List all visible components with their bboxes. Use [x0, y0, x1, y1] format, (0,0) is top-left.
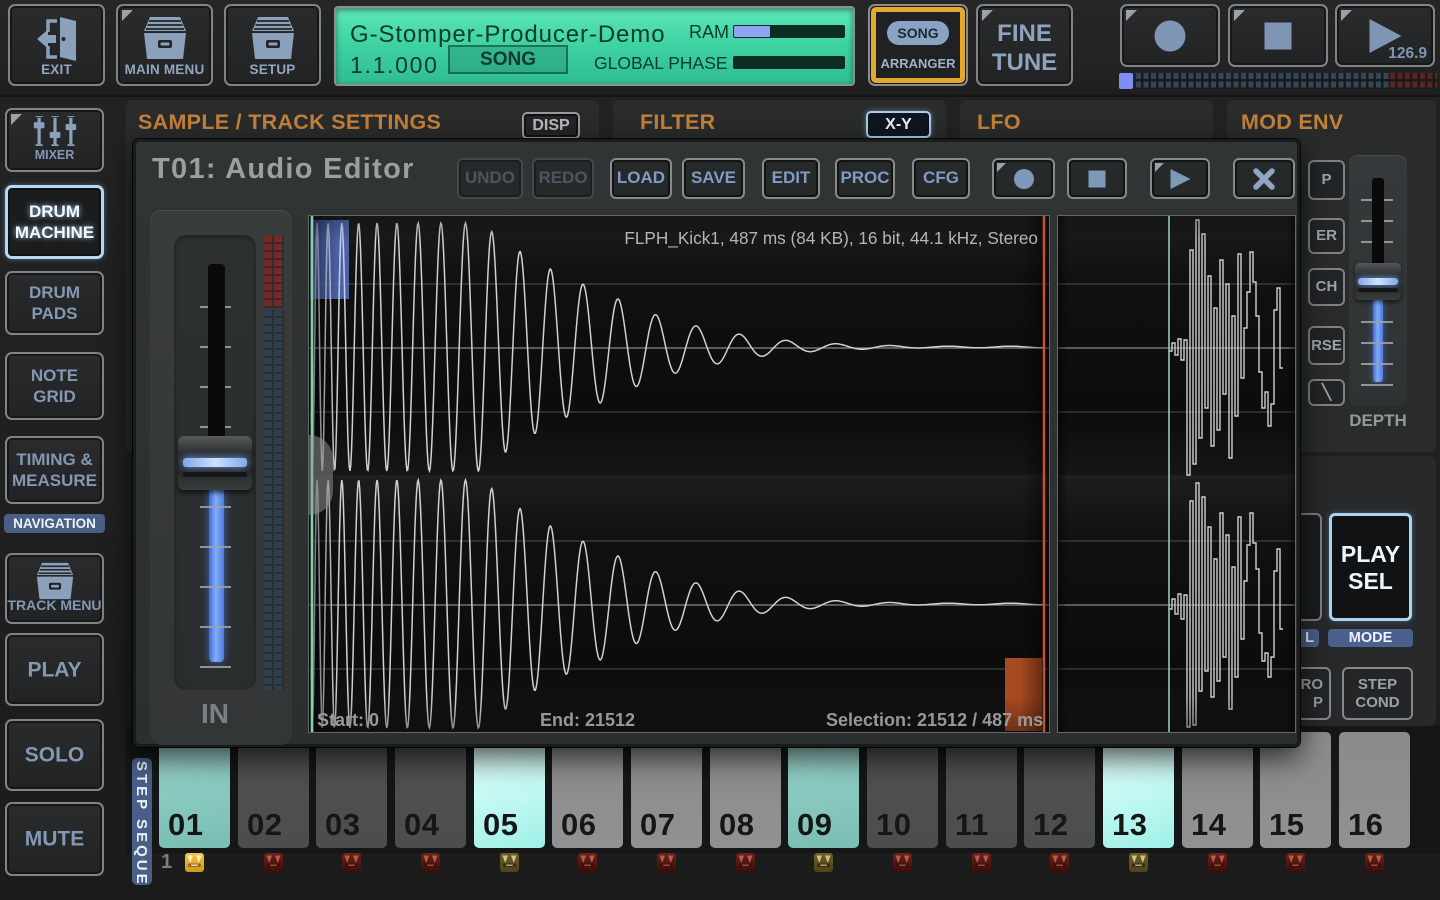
svg-text:FLPH_Kick1, 487 ms (84 KB), 16: FLPH_Kick1, 487 ms (84 KB), 16 bit, 44.1…	[624, 228, 1038, 248]
svg-text:End: 21512: End: 21512	[540, 710, 635, 730]
svg-text:Selection: 21512 / 487 ms: Selection: 21512 / 487 ms	[826, 710, 1043, 730]
svg-text:Start: 0: Start: 0	[317, 710, 379, 730]
